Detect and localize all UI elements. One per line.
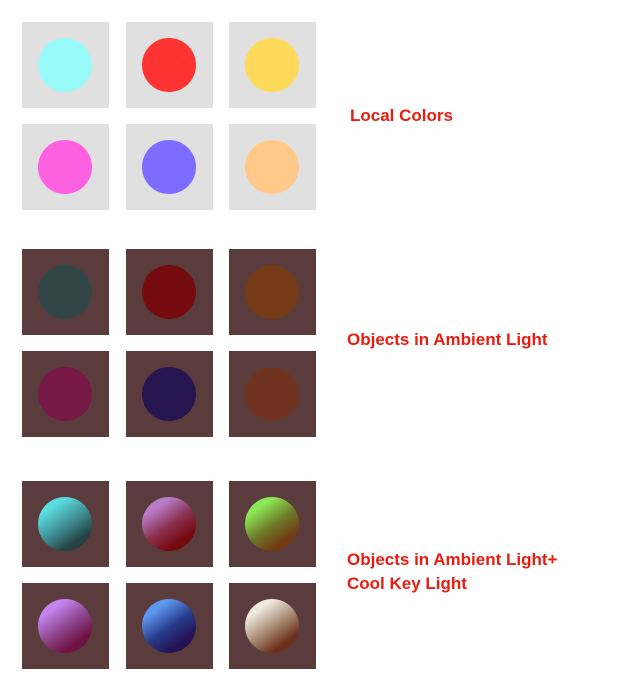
sphere-keylight-peach xyxy=(245,599,299,653)
sphere-local-yellow xyxy=(245,38,299,92)
sphere-local-violet xyxy=(142,140,196,194)
tile-local-red xyxy=(126,22,213,108)
tile-ambient-yellow xyxy=(229,249,316,335)
tile-keylight-yellow xyxy=(229,481,316,567)
group-keylight xyxy=(22,481,316,669)
tile-ambient-peach xyxy=(229,351,316,437)
tile-ambient-violet xyxy=(126,351,213,437)
sphere-ambient-red xyxy=(142,265,196,319)
tile-keylight-red xyxy=(126,481,213,567)
tile-ambient-pink xyxy=(22,351,109,437)
tile-ambient-cyan xyxy=(22,249,109,335)
label-keylight-line-2: Cool Key Light xyxy=(347,574,467,593)
label-keylight: Objects in Ambient Light+ Cool Key Light xyxy=(347,548,557,596)
swatch-grid-ambient xyxy=(22,249,316,437)
sphere-local-peach xyxy=(245,140,299,194)
label-local-line-1: Local Colors xyxy=(350,106,453,125)
sphere-local-red xyxy=(142,38,196,92)
sphere-keylight-pink xyxy=(38,599,92,653)
label-local: Local Colors xyxy=(350,104,453,128)
label-ambient-line-1: Objects in Ambient Light xyxy=(347,330,548,349)
swatch-grid-keylight xyxy=(22,481,316,669)
tile-local-pink xyxy=(22,124,109,210)
sphere-keylight-yellow xyxy=(245,497,299,551)
sphere-ambient-yellow xyxy=(245,265,299,319)
tile-local-cyan xyxy=(22,22,109,108)
tile-keylight-violet xyxy=(126,583,213,669)
sphere-keylight-violet xyxy=(142,599,196,653)
group-ambient xyxy=(22,249,316,437)
sphere-keylight-cyan xyxy=(38,497,92,551)
sphere-ambient-peach xyxy=(245,367,299,421)
label-keylight-line-1: Objects in Ambient Light+ xyxy=(347,550,558,569)
sphere-keylight-red xyxy=(142,497,196,551)
swatch-grid-local xyxy=(22,22,316,210)
sphere-ambient-violet xyxy=(142,367,196,421)
color-lighting-diagram: { "groups": [ { "id": "local", "label_li… xyxy=(0,0,622,700)
tile-local-peach xyxy=(229,124,316,210)
tile-ambient-red xyxy=(126,249,213,335)
tile-keylight-cyan xyxy=(22,481,109,567)
label-ambient: Objects in Ambient Light xyxy=(347,328,548,352)
tile-local-violet xyxy=(126,124,213,210)
sphere-ambient-cyan xyxy=(38,265,92,319)
sphere-local-pink xyxy=(38,140,92,194)
sphere-local-cyan xyxy=(38,38,92,92)
sphere-ambient-pink xyxy=(38,367,92,421)
tile-local-yellow xyxy=(229,22,316,108)
tile-keylight-peach xyxy=(229,583,316,669)
tile-keylight-pink xyxy=(22,583,109,669)
group-local xyxy=(22,22,316,210)
